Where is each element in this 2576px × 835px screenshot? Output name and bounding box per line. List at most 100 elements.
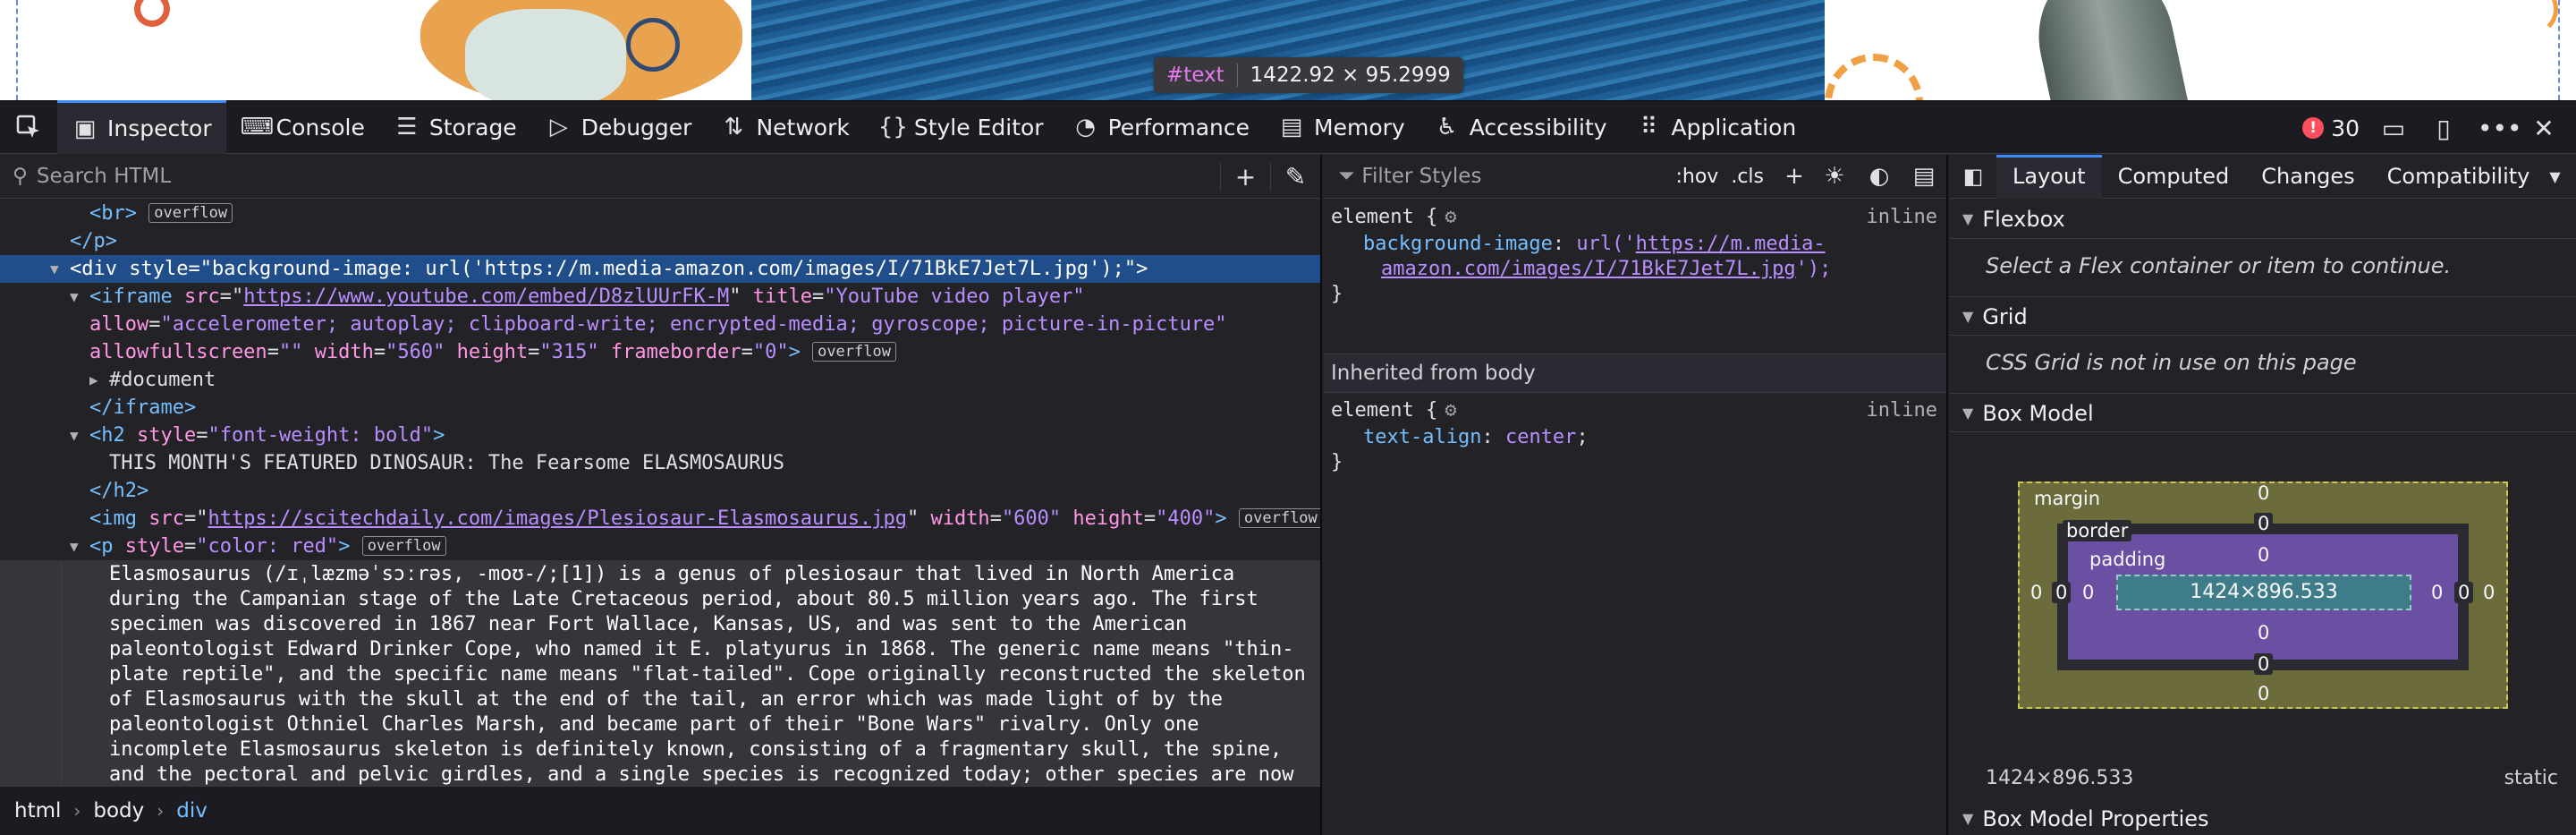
margin-top-value[interactable]: 0: [2258, 482, 2269, 504]
tree-line[interactable]: allowfullscreen="" width="560" height="3…: [0, 338, 1320, 366]
grid-section-header[interactable]: ▼ Grid: [1950, 296, 2576, 336]
tab-compatibility[interactable]: Compatibility: [2371, 155, 2546, 199]
print-media-icon[interactable]: ▤: [1902, 163, 1946, 190]
collapse-triangle-icon[interactable]: ▼: [70, 422, 79, 449]
collapse-triangle-icon[interactable]: ▼: [50, 255, 59, 283]
tab-changes[interactable]: Changes: [2245, 155, 2370, 199]
attr-link[interactable]: https://www.youtube.com/embed/D8zlUUrFK-…: [243, 285, 729, 308]
tab-console[interactable]: ⌨ Console: [226, 100, 379, 154]
expand-triangle-icon[interactable]: ▶: [89, 366, 98, 394]
overflow-badge[interactable]: overflow: [361, 536, 446, 556]
text-node-row[interactable]: Elasmosaurus (/ɪˌlæzməˈsɔːrəs, -moʊ-/;[1…: [0, 560, 1320, 786]
tab-style-editor[interactable]: {} Style Editor: [864, 100, 1058, 154]
attr-value[interactable]: "315": [539, 341, 598, 363]
padding-left-value[interactable]: 0: [2082, 582, 2094, 603]
property-value[interactable]: center: [1505, 426, 1576, 448]
collapse-triangle-icon[interactable]: ▼: [70, 283, 79, 311]
property-value-link[interactable]: https://m.media-: [1636, 233, 1826, 255]
toggle-sidebar-icon[interactable]: ◧: [1950, 164, 1996, 189]
attr-value[interactable]: "accelerometer; autoplay; clipboard-writ…: [160, 313, 1226, 336]
overflow-badge[interactable]: overflow: [148, 203, 233, 223]
breadcrumb-div[interactable]: div: [176, 799, 208, 822]
rule-source[interactable]: inline: [1867, 205, 1937, 230]
eyedropper-icon[interactable]: ✎: [1270, 161, 1320, 192]
tree-line-selected[interactable]: ▼ <div style="background-image: url('http…: [0, 255, 1320, 283]
tab-performance[interactable]: ◔ Performance: [1058, 100, 1264, 154]
dark-scheme-icon[interactable]: ◐: [1857, 163, 1902, 190]
property-value-link[interactable]: amazon.com/images/I/71BkE7Jet7L.jpg: [1381, 258, 1796, 280]
close-icon[interactable]: ✕: [2528, 114, 2560, 143]
tab-layout[interactable]: Layout: [1996, 154, 2102, 199]
padding-bottom-value[interactable]: 0: [2258, 622, 2269, 643]
responsive-design-icon[interactable]: ▯: [2428, 114, 2460, 143]
attr-value[interactable]: "560": [386, 341, 445, 363]
search-html-input[interactable]: Search HTML: [37, 165, 1220, 188]
tab-inspector[interactable]: ▣ Inspector: [57, 100, 226, 154]
rule-selector[interactable]: element {: [1331, 399, 1437, 422]
border-top-value[interactable]: 0: [2254, 513, 2274, 534]
tab-computed[interactable]: Computed: [2102, 155, 2246, 199]
tab-network[interactable]: ⇅ Network: [706, 100, 863, 154]
box-model-properties-header[interactable]: ▼ Box Model Properties: [1950, 799, 2576, 835]
tree-line[interactable]: THIS MONTH'S FEATURED DINOSAUR: The Fear…: [0, 449, 1320, 477]
rule-source[interactable]: inline: [1867, 398, 1937, 423]
margin-bottom-value[interactable]: 0: [2258, 683, 2269, 704]
attr-value[interactable]: "background-image: url('https://m.media-…: [200, 258, 1136, 280]
add-node-icon[interactable]: +: [1220, 161, 1270, 192]
element-picker-button[interactable]: [0, 100, 57, 154]
border-right-value[interactable]: 0: [2454, 582, 2474, 603]
property-name[interactable]: background-image: [1363, 233, 1553, 255]
attr-value[interactable]: "font-weight: bold": [208, 424, 433, 447]
overflow-badge[interactable]: overflow: [812, 342, 896, 362]
attr-value[interactable]: "400": [1156, 507, 1215, 530]
tree-line[interactable]: </iframe>: [0, 394, 1320, 422]
tab-application[interactable]: ⠿ Application: [1622, 100, 1811, 154]
add-rule-icon[interactable]: +: [1776, 163, 1812, 190]
tab-debugger[interactable]: ▷ Debugger: [531, 100, 707, 154]
breadcrumb-html[interactable]: html: [14, 799, 61, 822]
tree-line[interactable]: ▼ <iframe src="https://www.youtube.com/em…: [0, 283, 1320, 311]
padding-right-value[interactable]: 0: [2431, 582, 2443, 603]
collapse-triangle-icon[interactable]: ▼: [70, 533, 79, 560]
padding-top-value[interactable]: 0: [2258, 544, 2269, 566]
box-model-content[interactable]: 1424×896.533: [2116, 575, 2411, 610]
overflow-badge[interactable]: overflow: [1238, 508, 1320, 528]
attr-value[interactable]: "0": [753, 341, 789, 363]
box-model-section-header[interactable]: ▼ Box Model: [1950, 393, 2576, 432]
margin-left-value[interactable]: 0: [2030, 582, 2042, 603]
light-scheme-icon[interactable]: ☀: [1812, 163, 1857, 190]
gear-icon[interactable]: ⚙: [1445, 206, 1456, 228]
tab-memory[interactable]: ▤ Memory: [1264, 100, 1419, 154]
margin-right-value[interactable]: 0: [2483, 582, 2495, 603]
split-console-icon[interactable]: ▭: [2377, 114, 2410, 143]
chevron-down-icon[interactable]: ▼: [2549, 168, 2560, 185]
filter-styles-input[interactable]: Filter Styles: [1361, 165, 1675, 188]
hov-toggle[interactable]: :hov: [1675, 166, 1718, 188]
tree-line[interactable]: <img src="https://scitechdaily.com/image…: [0, 505, 1320, 533]
tree-line[interactable]: ▼ <h2 style="font-weight: bold">: [0, 422, 1320, 449]
border-bottom-value[interactable]: 0: [2254, 653, 2274, 675]
attr-link[interactable]: https://scitechdaily.com/images/Plesiosa…: [208, 507, 906, 530]
flexbox-section-header[interactable]: ▼ Flexbox: [1950, 200, 2576, 239]
property-name[interactable]: text-align: [1363, 426, 1481, 448]
tree-line[interactable]: </h2>: [0, 477, 1320, 505]
attr-name: width: [930, 507, 990, 530]
tree-line[interactable]: <br> overflow: [0, 200, 1320, 227]
attr-value[interactable]: "600": [1002, 507, 1061, 530]
tree-line[interactable]: ▼ <p style="color: red"> overflow: [0, 533, 1320, 560]
tree-line[interactable]: </p>: [0, 227, 1320, 255]
border-left-value[interactable]: 0: [2052, 582, 2072, 603]
tab-accessibility[interactable]: ♿ Accessibility: [1419, 100, 1622, 154]
attr-value[interactable]: "color: red": [196, 535, 338, 558]
tree-line[interactable]: ▶ #document: [0, 366, 1320, 394]
gear-icon[interactable]: ⚙: [1445, 399, 1456, 422]
cls-toggle[interactable]: .cls: [1731, 166, 1764, 188]
tree-line[interactable]: allow="accelerometer; autoplay; clipboar…: [0, 311, 1320, 338]
rule-selector[interactable]: element {: [1331, 206, 1437, 228]
tab-storage[interactable]: ☰ Storage: [379, 100, 531, 154]
attr-value[interactable]: "YouTube video player": [824, 285, 1084, 308]
error-count-badge[interactable]: ! 30: [2302, 115, 2360, 141]
attr-value[interactable]: "": [279, 341, 303, 363]
more-options-icon[interactable]: •••: [2478, 114, 2522, 143]
breadcrumb-body[interactable]: body: [93, 799, 144, 822]
